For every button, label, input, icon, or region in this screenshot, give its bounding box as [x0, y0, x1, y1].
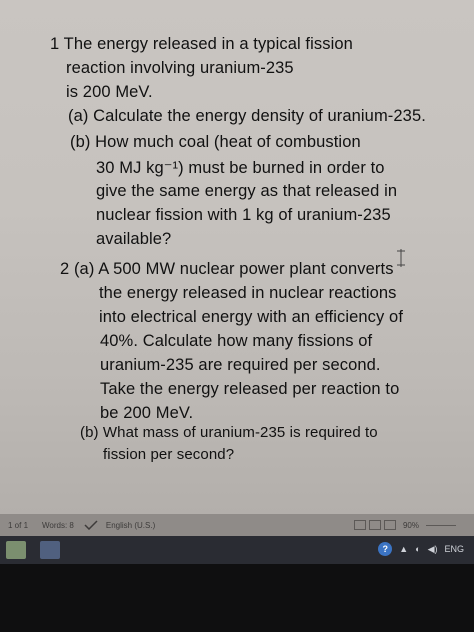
mouse-cursor-icon — [397, 249, 405, 267]
doc-line-14: uranium-235 are required per second. — [100, 356, 381, 374]
doc-line-18: fission per second? — [103, 446, 235, 463]
zoom-level[interactable]: 90% — [403, 521, 419, 530]
doc-line-10: 2 (a) A 500 MW nuclear power plant conve… — [60, 260, 394, 278]
doc-line-13: 40%. Calculate how many fissions of — [100, 332, 373, 350]
zoom-controls: 90% — [353, 520, 456, 530]
doc-line-11: the energy released in nuclear reactions — [99, 284, 397, 302]
doc-line-1: 1 The energy released in a typical fissi… — [50, 35, 353, 53]
doc-line-7: give the same energy as that released in — [96, 182, 398, 200]
doc-line-3: is 200 MeV. — [66, 83, 153, 101]
language-indicator[interactable]: English (U.S.) — [106, 521, 155, 530]
doc-line-8: nuclear fission with 1 kg of uranium-235 — [96, 206, 391, 224]
taskbar-app-icon[interactable] — [6, 541, 26, 559]
keyboard-language[interactable]: ENG — [444, 544, 464, 554]
doc-line-5: (b) How much coal (heat of combustion — [70, 133, 361, 151]
taskbar: ? ▲ ◐ ◀) ENG — [0, 536, 474, 564]
doc-line-9: available? — [96, 230, 172, 248]
doc-line-16: be 200 MeV. — [100, 404, 194, 422]
network-icon[interactable]: ◐ — [415, 544, 420, 554]
show-hidden-icons-icon[interactable]: ▲ — [399, 544, 408, 554]
monitor-bezel — [0, 564, 474, 632]
doc-line-15: Take the energy released per reaction to — [100, 380, 400, 398]
zoom-slider[interactable] — [426, 524, 456, 526]
status-bar: 1 of 1 Words: 8 English (U.S.) 90% — [0, 514, 474, 536]
print-layout-icon[interactable] — [353, 520, 366, 530]
doc-line-17: (b) What mass of uranium-235 is required… — [80, 424, 378, 441]
help-icon[interactable]: ? — [378, 542, 393, 556]
doc-line-2: reaction involving uranium-235 — [66, 59, 294, 77]
doc-line-6: 30 MJ kg⁻¹) must be burned in order to — [96, 159, 385, 177]
document-page: 1 The energy released in a typical fissi… — [0, 0, 474, 514]
taskbar-window-icon[interactable] — [40, 541, 60, 559]
volume-icon[interactable]: ◀) — [428, 544, 438, 555]
full-screen-icon[interactable] — [368, 520, 381, 530]
system-tray: ? ▲ ◐ ◀) ENG — [378, 542, 464, 556]
web-layout-icon[interactable] — [383, 520, 396, 530]
word-count[interactable]: Words: 8 — [42, 521, 74, 530]
doc-line-12: into electrical energy with an efficienc… — [99, 308, 404, 326]
page-count[interactable]: 1 of 1 — [8, 521, 28, 530]
proofing-icon[interactable] — [84, 520, 98, 530]
doc-line-4: (a) Calculate the energy density of uran… — [68, 107, 426, 125]
